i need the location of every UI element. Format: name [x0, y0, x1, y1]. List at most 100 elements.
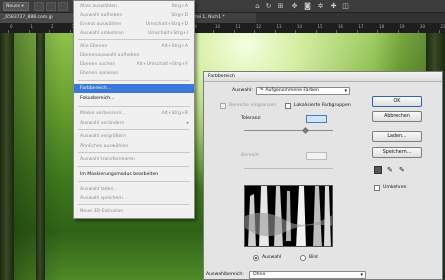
menu-item-shortcut: Strg+D	[171, 13, 188, 18]
eyedropper-tool-icon[interactable]	[374, 166, 382, 174]
menu-separator	[78, 166, 190, 167]
move-icon[interactable]: ✥	[290, 1, 299, 11]
subtract-selection-icon[interactable]	[58, 2, 68, 11]
menu-item[interactable]: Fokusbereich...	[74, 94, 194, 103]
menu-item-label: Auswahl umkehren	[80, 31, 124, 36]
range-label: Bereich:	[241, 153, 260, 158]
menu-item-label: Farbbereich...	[80, 86, 112, 91]
menu-item[interactable]: Ähnliches auswählen	[74, 142, 194, 151]
menu-item-shortcut: Umschalt+Strg+I	[147, 31, 188, 36]
chevron-down-icon: ▾	[344, 88, 347, 94]
menu-item[interactable]: Auswahl speichern...	[74, 194, 194, 203]
new-selection-icon[interactable]	[34, 2, 44, 11]
settings-icon[interactable]: ✲	[316, 1, 325, 11]
menu-item[interactable]: Auswahl verändern ▸	[74, 119, 194, 128]
color-range-dialog: Farbbereich Auswahl: ✎ Aufgenommene Farb…	[203, 71, 443, 280]
ruler-mark: 1	[30, 24, 34, 29]
menu-separator	[78, 106, 190, 107]
menu-item-label: Auswahl vergrößern	[80, 134, 126, 139]
cluster-checkbox[interactable]	[220, 103, 226, 109]
menu-item-label: Alle Ebenen	[80, 44, 108, 49]
menu-item-shortcut: Strg+A	[171, 4, 188, 9]
menu-separator	[78, 80, 190, 81]
menu-item-shortcut: Umschalt+Strg+D	[145, 22, 188, 27]
range-input[interactable]	[306, 152, 327, 160]
ruler-mark: 10	[215, 24, 221, 29]
menu-item-label: Maske verbessern...	[80, 111, 126, 116]
camera-icon[interactable]: ◙	[303, 1, 312, 11]
menu-item[interactable]: Auswahl transformieren	[74, 155, 194, 164]
menu-separator	[78, 204, 190, 205]
tab-document-1[interactable]: _6583727_888.com.jp	[0, 13, 80, 23]
ruler-mark: 20	[420, 24, 426, 29]
ruler-mark: 18	[379, 24, 385, 29]
menu-item-label: Erneut auswählen	[80, 22, 122, 27]
ruler-mark: 15	[317, 24, 323, 29]
ok-button[interactable]: OK	[372, 96, 422, 107]
horizontal-ruler: 0123456789101112131415161718192021	[0, 23, 445, 33]
select-menu: Alles auswählen Strg+A Auswahl aufheben Str…	[73, 0, 195, 219]
radio-auswahl[interactable]	[253, 255, 259, 261]
menu-item[interactable]: Maske verbessern... Alt+Strg+R	[74, 109, 194, 118]
layers-icon[interactable]: ◫	[341, 1, 350, 11]
tolerance-input[interactable]	[306, 115, 327, 123]
menu-item-label: Auswahl transformieren	[80, 157, 135, 162]
invert-checkbox[interactable]	[374, 185, 380, 191]
menu-separator	[78, 39, 190, 40]
localized-colors-label: Lokalisierte Farbgruppen	[294, 103, 351, 108]
options-bar: Neues ▾ ⌂ ↻ ⊞ ✥ ◙ ✲ ✚ ◫	[0, 0, 445, 13]
menu-item-shortcut: Alt+Umschalt+Strg+F	[136, 62, 188, 67]
radio-bild[interactable]	[300, 255, 306, 261]
tolerance-slider-thumb[interactable]	[301, 126, 310, 135]
menu-item[interactable]: Ebenen isolieren	[74, 69, 194, 78]
ruler-mark: 16	[338, 24, 344, 29]
tolerance-slider[interactable]	[244, 130, 333, 131]
save-button[interactable]: Speichern...	[372, 147, 422, 158]
cancel-button[interactable]: Abbrechen	[372, 111, 422, 122]
home-icon[interactable]: ⌂	[253, 1, 262, 11]
menu-item[interactable]: Auswahl laden...	[74, 185, 194, 194]
menu-item[interactable]: Ebenenauswahl aufheben	[74, 51, 194, 60]
menu-item-shortcut: Alt+Strg+R	[161, 111, 188, 116]
menu-item[interactable]: Auswahl umkehren Umschalt+Strg+I	[74, 29, 194, 38]
add-selection-icon[interactable]	[46, 2, 56, 11]
menu-separator	[78, 129, 190, 130]
menu-item[interactable]: Alles auswählen Strg+A	[74, 2, 194, 11]
submenu-arrow-icon: ▸	[186, 121, 189, 126]
selection-preview	[244, 185, 333, 247]
menu-item-label: Neue 3D-Extrusion	[80, 209, 124, 214]
refresh-icon[interactable]: ↻	[264, 1, 273, 11]
selection-preview-select[interactable]: Ohne ▾	[249, 271, 366, 279]
menu-separator	[78, 181, 190, 182]
menu-item[interactable]: Im Maskierungsmodus bearbeiten	[74, 170, 194, 179]
tree-trunk	[0, 33, 14, 280]
menu-item-label: Ebenenauswahl aufheben	[80, 53, 140, 58]
auswahl-select[interactable]: ✎ Aufgenommene Farben ▾	[256, 87, 350, 95]
add-icon[interactable]: ✚	[329, 1, 338, 11]
menu-item-label: Alles auswählen	[80, 4, 117, 9]
ruler-mark: 21	[440, 24, 445, 29]
localized-colors-checkbox[interactable]	[285, 103, 291, 109]
menu-item[interactable]: Auswahl vergrößern	[74, 132, 194, 141]
menu-item[interactable]: Farbbereich...	[74, 84, 194, 93]
arrange-icon[interactable]: ⊞	[276, 1, 285, 11]
menu-item-label: Fokusbereich...	[80, 96, 115, 101]
ruler-mark: 0	[10, 24, 13, 29]
tab-document-2[interactable]: Datei 1, Nich1 *	[186, 13, 256, 23]
load-button[interactable]: Laden...	[372, 131, 422, 142]
radio-bild-label: Bild	[309, 255, 318, 260]
menu-item-label: Auswahl laden...	[80, 187, 118, 192]
menu-item[interactable]: Alle Ebenen Alt+Strg+A	[74, 42, 194, 51]
menu-item[interactable]: Neue 3D-Extrusion	[74, 207, 194, 216]
selection-mode-dropdown[interactable]: Neues ▾	[3, 2, 29, 11]
menu-item[interactable]: Auswahl aufheben Strg+D	[74, 11, 194, 20]
radio-auswahl-label: Auswahl	[262, 255, 282, 260]
selection-preview-label: Auswahlbereich:	[206, 272, 244, 277]
menu-item[interactable]: Erneut auswählen Umschalt+Strg+D	[74, 20, 194, 29]
range-slider[interactable]	[244, 168, 333, 169]
menu-item[interactable]: Ebenen suchen Alt+Umschalt+Strg+F	[74, 60, 194, 69]
menu-separator	[78, 152, 190, 153]
eyedropper-minus-icon[interactable]: ✎	[399, 167, 406, 174]
eyedropper-plus-icon[interactable]: ✎	[387, 167, 394, 174]
menu-item-label: Auswahl speichern...	[80, 196, 128, 201]
